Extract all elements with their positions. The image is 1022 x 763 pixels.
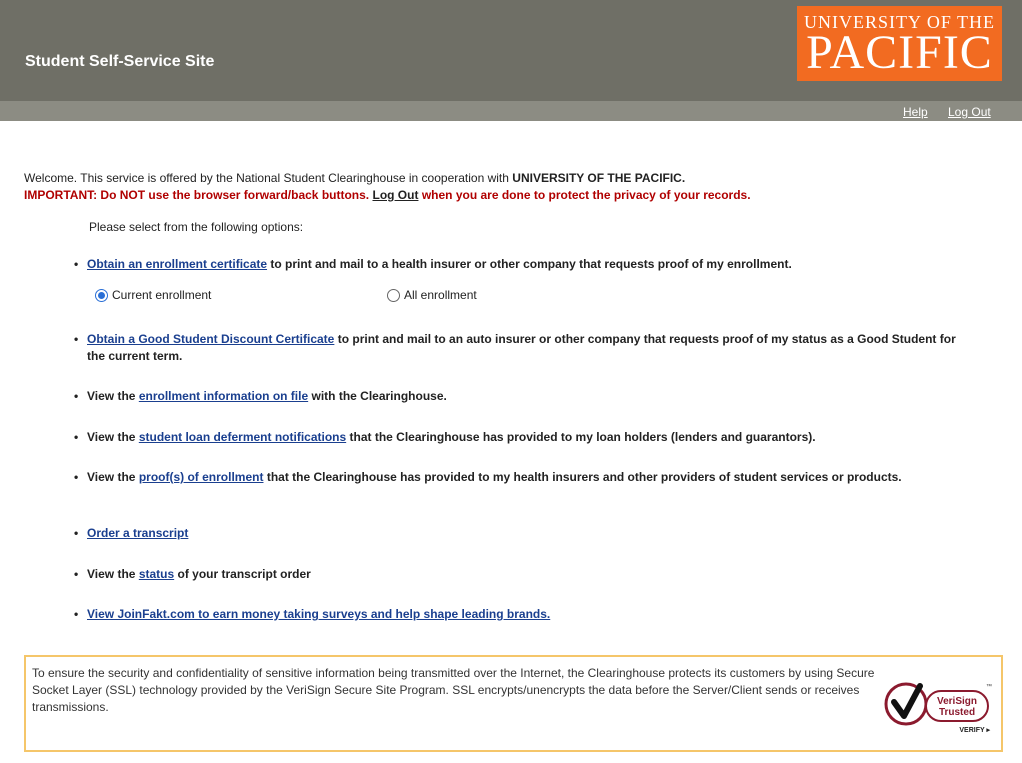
important-logout-link[interactable]: Log Out	[372, 188, 418, 202]
enrollment-certificate-link[interactable]: Obtain an enrollment certificate	[87, 257, 267, 271]
item-text: of your transcript order	[177, 567, 311, 581]
options-intro: Please select from the following options…	[89, 220, 304, 234]
list-item: • View JoinFakt.com to earn money taking…	[74, 606, 967, 623]
bullet-icon: •	[74, 470, 79, 484]
loan-deferment-link[interactable]: student loan deferment notifications	[139, 430, 346, 444]
site-title: Student Self-Service Site	[25, 53, 215, 70]
item-prefix: View the	[87, 567, 136, 581]
badge-line2: Trusted	[939, 707, 975, 718]
radio-label: All enrollment	[404, 288, 477, 302]
utility-bar: Help Log Out	[0, 101, 1022, 121]
item-prefix: View the	[87, 470, 136, 484]
order-transcript-link[interactable]: Order a transcript	[87, 526, 188, 540]
radio-selected-icon[interactable]	[95, 288, 108, 302]
radio-label: Current enrollment	[112, 288, 212, 302]
radio-unselected-icon[interactable]	[387, 288, 400, 302]
joinfakt-link[interactable]: View JoinFakt.com to earn money taking s…	[87, 607, 550, 621]
logo-line2: PACIFIC	[806, 26, 993, 79]
proof-of-enrollment-link[interactable]: proof(s) of enrollment	[139, 470, 264, 484]
security-text: To ensure the security and confidentiali…	[32, 666, 875, 714]
list-item: • View the student loan deferment notifi…	[74, 429, 967, 446]
enrollment-info-link[interactable]: enrollment information on file	[139, 389, 308, 403]
list-item: • Order a transcript	[74, 525, 967, 542]
bullet-icon: •	[74, 257, 79, 271]
bullet-icon: •	[74, 567, 79, 581]
transcript-status-link[interactable]: status	[139, 567, 174, 581]
badge-line1: VeriSign	[937, 696, 977, 707]
bullet-icon: •	[74, 430, 79, 444]
site-header: Student Self-Service Site UNIVERSITY OF …	[0, 0, 1022, 101]
list-item: • View the proof(s) of enrollment that t…	[74, 469, 967, 486]
important-prefix: IMPORTANT: Do NOT use the browser forwar…	[24, 188, 370, 202]
school-name: UNIVERSITY OF THE PACIFIC.	[512, 171, 686, 185]
badge-tm: ™	[986, 683, 992, 690]
help-link[interactable]: Help	[903, 105, 928, 119]
bullet-icon: •	[74, 389, 79, 403]
important-notice: IMPORTANT: Do NOT use the browser forwar…	[24, 188, 751, 202]
item-text: with the Clearinghouse.	[311, 389, 447, 403]
good-student-certificate-link[interactable]: Obtain a Good Student Discount Certifica…	[87, 332, 334, 346]
list-item: • View the enrollment information on fil…	[74, 388, 967, 405]
item-text: to print and mail to a health insurer or…	[270, 257, 792, 271]
important-suffix: when you are done to protect the privacy…	[421, 188, 751, 202]
verisign-trusted-badge[interactable]: VeriSign Trusted ™ VERIFY ▸	[882, 672, 994, 736]
badge-verify: VERIFY ▸	[959, 727, 990, 734]
list-item: • Obtain a Good Student Discount Certifi…	[74, 331, 967, 365]
item-text: that the Clearinghouse has provided to m…	[266, 470, 902, 484]
item-text: that the Clearinghouse has provided to m…	[349, 430, 816, 444]
list-item: • Obtain an enrollment certificate to pr…	[74, 256, 967, 273]
item-prefix: View the	[87, 389, 136, 403]
welcome-text: Welcome. This service is offered by the …	[24, 171, 513, 185]
logout-link[interactable]: Log Out	[948, 105, 991, 119]
university-logo: UNIVERSITY OF THE PACIFIC	[797, 6, 1002, 81]
radio-all-enrollment[interactable]: All enrollment	[387, 288, 477, 302]
list-item: • View the status of your transcript ord…	[74, 566, 967, 583]
bullet-icon: •	[74, 526, 79, 540]
radio-current-enrollment[interactable]: Current enrollment	[95, 288, 211, 302]
item-prefix: View the	[87, 430, 136, 444]
security-notice: To ensure the security and confidentiali…	[24, 655, 1003, 752]
bullet-icon: •	[74, 607, 79, 621]
welcome-message: Welcome. This service is offered by the …	[24, 171, 685, 185]
bullet-icon: •	[74, 332, 79, 346]
